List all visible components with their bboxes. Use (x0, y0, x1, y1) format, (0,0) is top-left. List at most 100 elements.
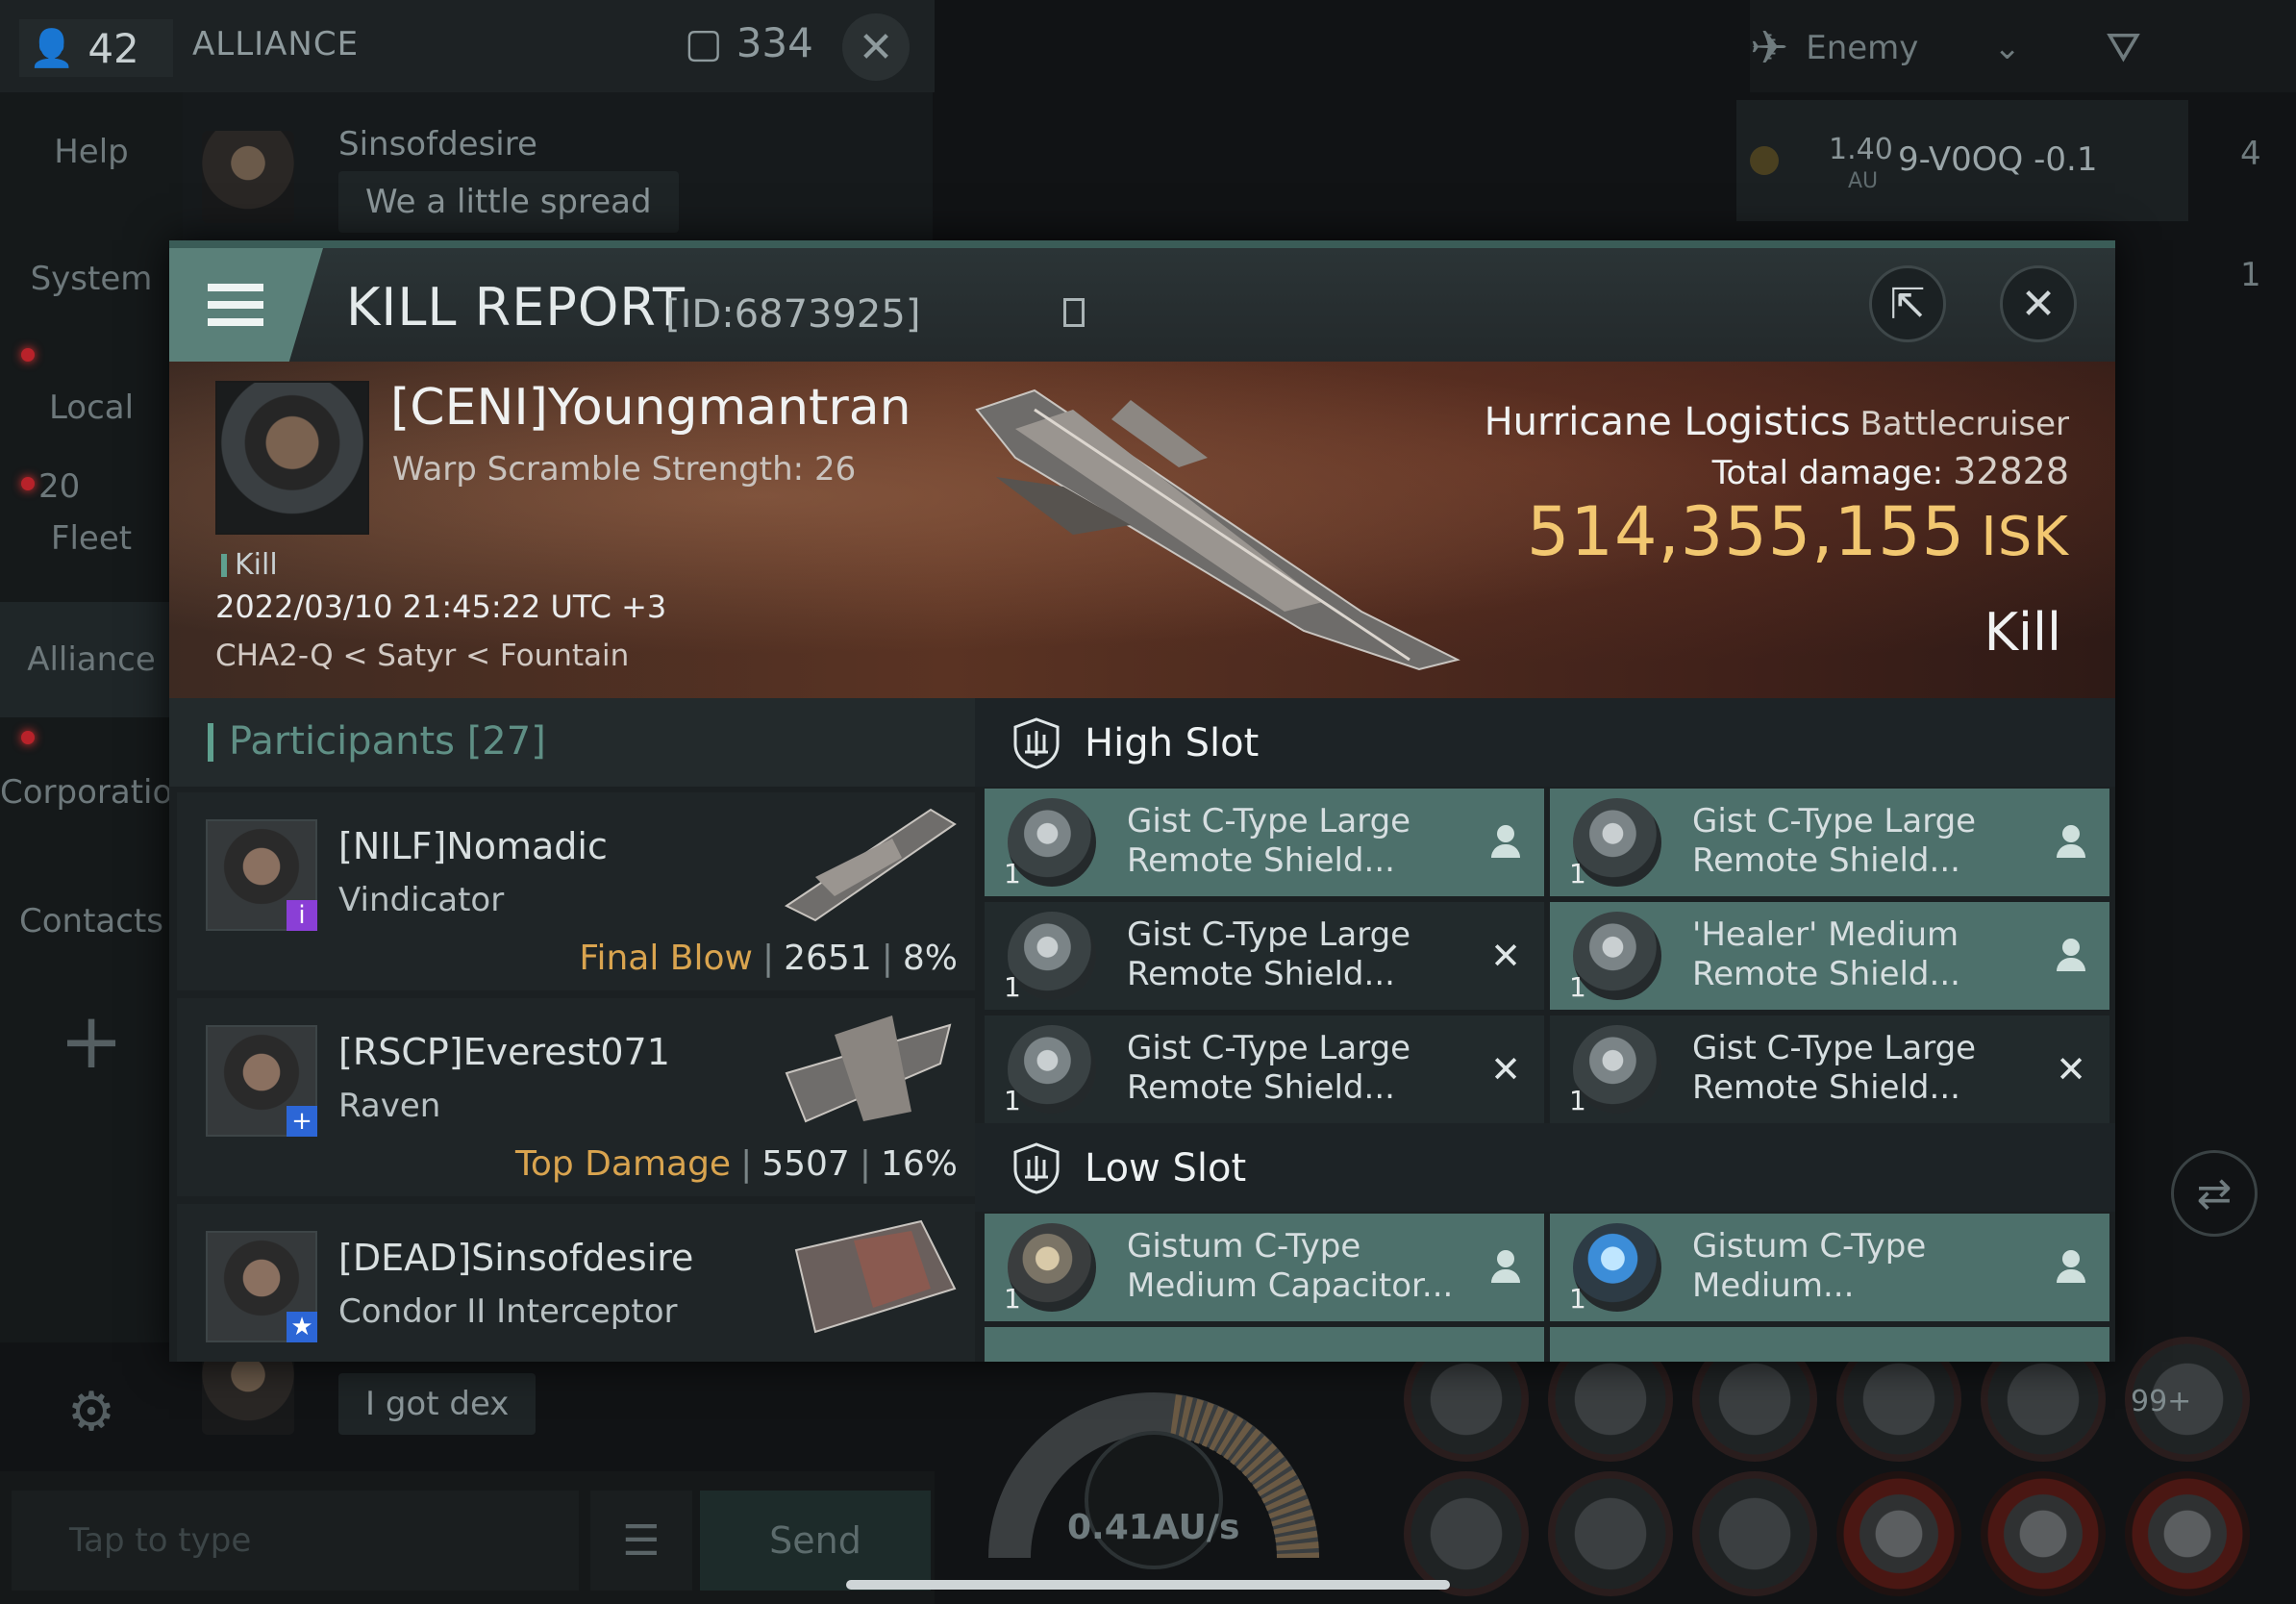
tab-help[interactable]: Help (0, 133, 183, 171)
module-badge: 99+ (2131, 1385, 2192, 1418)
alert-dot (21, 477, 35, 490)
ship-name[interactable]: Hurricane Logistics (1485, 400, 1851, 444)
kill-location[interactable]: CHA2-Q < Satyr < Fountain (215, 639, 629, 673)
menu-button[interactable] (169, 248, 323, 362)
tab-local[interactable]: Local (0, 388, 183, 427)
participant-damage: 2651 (784, 939, 872, 978)
module-slot[interactable] (1692, 1471, 1817, 1596)
item-name: Gist C-Type Large Remote Shield... (1692, 1029, 1977, 1107)
tab-contacts[interactable]: Contacts (0, 902, 183, 940)
copy-icon[interactable] (1063, 298, 1085, 327)
module-slot[interactable] (2125, 1471, 2250, 1596)
victim-ship-image (975, 388, 1460, 671)
chevron-down-icon: ⌄ (1993, 29, 2021, 67)
module-slot[interactable] (1981, 1471, 2106, 1596)
shield-slot-icon (1013, 1142, 1060, 1194)
overview-filter[interactable]: ✈ Enemy ⌄ (1750, 19, 2058, 77)
item-quantity: 1 (1569, 1283, 1586, 1315)
overview-count: 1 (2240, 256, 2261, 294)
celestial-icon (1750, 146, 1779, 175)
warp-scramble-strength: Warp Scramble Strength: 26 (392, 450, 857, 489)
send-button[interactable]: Send (700, 1491, 931, 1591)
victim-name[interactable]: [CENI]Youngmantran (390, 379, 911, 437)
participant-portrait: ★ (206, 1231, 317, 1342)
item-quantity: 1 (1569, 1085, 1586, 1116)
high-slot-item[interactable]: 1 Gist C-Type Large Remote Shield... ✕ (985, 902, 1544, 1010)
participant-ship-image (794, 1219, 957, 1334)
participant-name: [DEAD]Sinsofdesire (338, 1237, 694, 1279)
kill-tag: Kill (221, 548, 278, 582)
participant-tag: Top Damage (514, 1144, 732, 1184)
participant-row[interactable]: i [NILF]Nomadic Vindicator Final Blow | 26… (177, 792, 975, 990)
item-quantity: 1 (1004, 1283, 1021, 1315)
victim-portrait[interactable] (215, 381, 369, 535)
total-damage-value: 32828 (1953, 450, 2069, 492)
add-tab-icon[interactable]: + (0, 996, 183, 1086)
tab-fleet[interactable]: Fleet (0, 519, 183, 558)
participant-name: [NILF]Nomadic (338, 825, 608, 867)
destroyed-x-icon: ✕ (2056, 1048, 2086, 1090)
fitted-person-icon (1486, 823, 1525, 862)
alert-dot (21, 348, 35, 362)
low-slot-item[interactable] (1550, 1327, 2109, 1362)
item-name: Gist C-Type Large Remote Shield... (1127, 915, 1411, 993)
isk-amount: 514,355,155 (1526, 492, 1966, 571)
low-slot-label: Low Slot (1085, 1146, 1247, 1190)
chat-message: I got dex (338, 1373, 537, 1435)
local-count: 20 (38, 467, 81, 506)
participant-row[interactable]: ★ [DEAD]Sinsofdesire Condor II Intercept… (177, 1204, 975, 1362)
participants-header[interactable]: Participants [27] (169, 698, 975, 787)
share-button[interactable]: ⇱ (1869, 265, 1946, 342)
modal-title: KILL REPORT (346, 277, 686, 338)
item-quantity: 1 (1569, 858, 1586, 890)
item-name: Gist C-Type Large Remote Shield... (1127, 1029, 1411, 1107)
overview-entry[interactable]: 1.40 AU 9-V0OQ -0.1 (1736, 100, 2188, 221)
low-slot-item[interactable] (985, 1327, 1544, 1362)
speed-dial[interactable] (981, 1346, 1327, 1587)
fitted-person-icon (2052, 823, 2090, 862)
tab-system[interactable]: System (0, 260, 183, 298)
filter-icon[interactable]: ⛛ (2106, 23, 2141, 72)
gear-icon[interactable]: ⚙ (0, 1381, 183, 1443)
star-badge-icon: ★ (287, 1312, 317, 1342)
chat-menu-button[interactable]: ☰ (590, 1491, 692, 1591)
hamburger-icon (208, 284, 263, 326)
isk-unit: ISK (1981, 506, 2069, 568)
module-slot[interactable] (1548, 1471, 1673, 1596)
chat-close-button[interactable]: ✕ (842, 13, 910, 81)
total-damage: Total damage: 32828 (1712, 450, 2069, 492)
participant-ship-image (785, 1015, 952, 1123)
item-quantity: 1 (1004, 1085, 1021, 1116)
module-slot[interactable] (1836, 1471, 1961, 1596)
destroyed-x-icon: ✕ (1490, 935, 1521, 977)
plus-badge-icon: + (287, 1106, 317, 1137)
tab-alliance[interactable]: Alliance (0, 602, 183, 717)
low-slot-item[interactable]: 1 Gistum C-Type Medium... (1550, 1214, 2109, 1321)
kill-report-modal: KILL REPORT [ID:6873925] ⇱ ✕ [CENI]Young… (169, 240, 2115, 1362)
close-button[interactable]: ✕ (2000, 265, 2077, 342)
high-slot-label: High Slot (1085, 721, 1260, 765)
chat-message-count[interactable]: ▢ 334 (685, 19, 813, 66)
high-slot-item[interactable]: 1 'Healer' Medium Remote Shield... (1550, 902, 2109, 1010)
chat-input[interactable]: Tap to type (12, 1491, 579, 1591)
participant-damage: 5507 (761, 1144, 850, 1184)
participant-row[interactable]: + [RSCP]Everest071 Raven Top Damage | 5507… (177, 998, 975, 1196)
participant-tag: Final Blow (579, 939, 753, 978)
high-slot-item[interactable]: 1 Gist C-Type Large Remote Shield... (1550, 789, 2109, 896)
high-slot-item[interactable]: 1 Gist C-Type Large Remote Shield... ✕ (985, 1015, 1544, 1123)
kill-tag-marker (221, 553, 227, 577)
chat-member-count[interactable]: 👤 42 (19, 19, 173, 77)
fitted-person-icon (2052, 937, 2090, 975)
module-slot[interactable] (1404, 1471, 1529, 1596)
participants-label: Participants (229, 719, 455, 764)
home-indicator[interactable] (846, 1580, 1450, 1590)
participant-ship: Raven (338, 1087, 441, 1125)
high-slot-item[interactable]: 1 Gist C-Type Large Remote Shield... ✕ (1550, 1015, 2109, 1123)
participants-title: Participants [27] (229, 719, 546, 764)
module-rack: 99+ (1385, 1327, 2296, 1604)
high-slot-item[interactable]: 1 Gist C-Type Large Remote Shield... (985, 789, 1544, 896)
swap-icon[interactable]: ⇄ (2171, 1150, 2258, 1237)
low-slot-item[interactable]: 1 Gistum C-Type Medium Capacitor... (985, 1214, 1544, 1321)
external-link-icon: ⇱ (1889, 279, 1926, 329)
tab-corporation[interactable]: Corporation (0, 773, 193, 812)
